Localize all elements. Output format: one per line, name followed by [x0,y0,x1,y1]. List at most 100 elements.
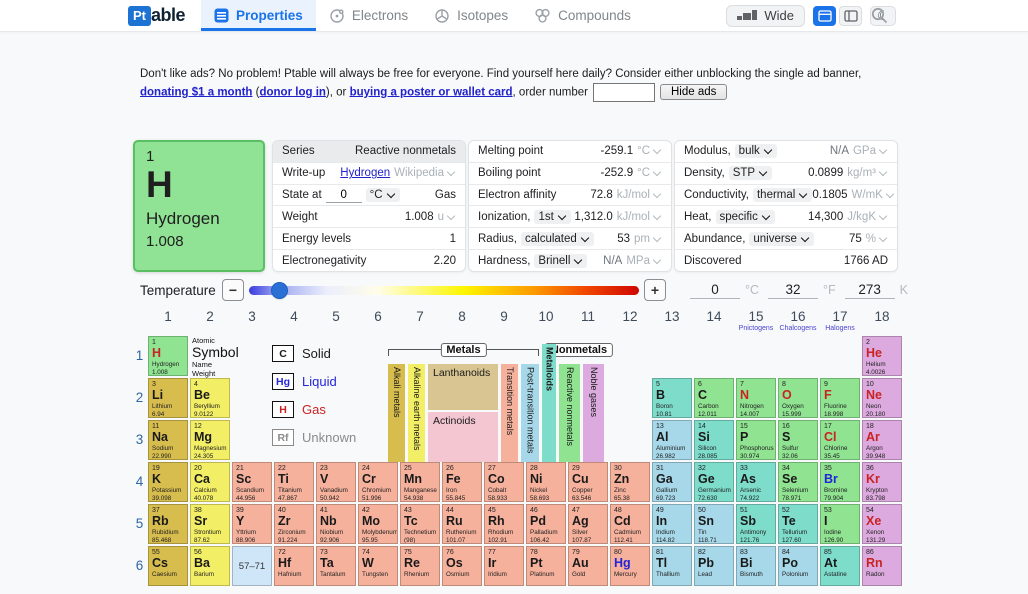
element-tile-sn[interactable]: 50SnTin118.71 [694,504,734,544]
layout-banner-button[interactable] [813,6,836,26]
tab-compounds[interactable]: Compounds [521,0,644,31]
unit-dropdown[interactable]: MPa [626,255,662,267]
element-tile-zr[interactable]: 40ZrZirconium91.224 [274,504,314,544]
writeup-source-dropdown[interactable]: Wikipedia [394,167,456,179]
unit-dropdown[interactable]: % [866,233,888,245]
element-tile-f[interactable]: 9FFluorine18.998 [820,378,860,418]
element-tile-nb[interactable]: 41NbNiobium92.906 [316,504,356,544]
property-option-dropdown[interactable]: 1st [534,210,570,224]
property-option-dropdown[interactable]: thermal [753,188,812,202]
element-tile-sb[interactable]: 51SbAntimony121.76 [736,504,776,544]
slider-thumb[interactable] [272,283,287,298]
property-option-dropdown[interactable]: Brinell [534,254,587,268]
property-option-dropdown[interactable]: °C [366,188,400,202]
element-tile-ir[interactable]: 77IrIridium [484,546,524,586]
element-tile-ni[interactable]: 28NiNickel58.693 [526,462,566,502]
element-tile-mn[interactable]: 25MnManganese54.938 [400,462,440,502]
donor-login-link[interactable]: donor log in [259,86,325,98]
element-tile-re[interactable]: 75ReRhenium [400,546,440,586]
element-tile-i[interactable]: 53IIodine126.90 [820,504,860,544]
element-tile-hg[interactable]: 80HgMercury [610,546,650,586]
element-tile-rn[interactable]: 86RnRadon [862,546,902,586]
element-tile-co[interactable]: 27CoCobalt58.933 [484,462,524,502]
temp-increase-button[interactable]: + [644,279,666,301]
element-tile-rh[interactable]: 45RhRhodium102.91 [484,504,524,544]
element-tile-bi[interactable]: 83BiBismuth [736,546,776,586]
series-metalloids[interactable]: Metalloids [542,344,556,462]
writeup-link[interactable]: Hydrogen [340,167,390,179]
unit-dropdown[interactable]: pm [634,233,662,245]
family-label-halogens[interactable]: Halogens [820,325,860,332]
tab-electrons[interactable]: Electrons [316,0,421,31]
element-tile-as[interactable]: 33AsArsenic74.922 [736,462,776,502]
element-tile-in[interactable]: 49InIndium114.82 [652,504,692,544]
element-tile-sc[interactable]: 21ScScandium44.956 [232,462,272,502]
series-alkali-metals[interactable]: Alkali metals [388,364,405,462]
element-tile-li[interactable]: 3LiLithium6.94 [148,378,188,418]
donate-link[interactable]: donating $1 a month [140,86,252,98]
element-tile-hf[interactable]: 72HfHafnium [274,546,314,586]
element-tile-he[interactable]: 2HeHelium4.0026 [862,336,902,376]
app-logo[interactable]: Ptable [128,0,185,31]
element-tile-ag[interactable]: 47AgSilver107.87 [568,504,608,544]
fahrenheit-input[interactable] [768,281,818,299]
element-tile-tc[interactable]: 43TcTechnetium(98) [400,504,440,544]
element-tile-tl[interactable]: 81TlThallium [652,546,692,586]
hide-ads-button[interactable]: Hide ads [660,84,727,100]
element-tile-fe[interactable]: 26FeIron55.845 [442,462,482,502]
element-tile-cs[interactable]: 55CsCaesium [148,546,188,586]
family-label-chalcogens[interactable]: Chalcogens [778,325,818,332]
element-tile-at[interactable]: 85AtAstatine [820,546,860,586]
element-tile-n[interactable]: 7NNitrogen14.007 [736,378,776,418]
series-noble-gases[interactable]: Noble gases [583,364,604,462]
element-tile-v[interactable]: 23VVanadium50.942 [316,462,356,502]
element-tile-pd[interactable]: 46PdPalladium106.42 [526,504,566,544]
tab-isotopes[interactable]: Isotopes [421,0,521,31]
unit-dropdown[interactable]: °C [637,167,662,179]
element-tile-h[interactable]: 1HHydrogen1.008 [148,336,188,376]
element-tile-xe[interactable]: 54XeXenon131.29 [862,504,902,544]
wide-toggle-button[interactable]: Wide [726,5,805,27]
property-option-dropdown[interactable]: calculated [521,232,594,246]
state-legend-unknown[interactable]: RfUnknown [272,429,356,446]
element-tile-ti[interactable]: 22TiTitanium47.867 [274,462,314,502]
series-post-transition-metals[interactable]: Post-transition metals [521,364,539,462]
element-tile-rb[interactable]: 37RbRubidium85.468 [148,504,188,544]
temp-decrease-button[interactable]: − [222,279,244,301]
element-tile-w[interactable]: 74WTungsten [358,546,398,586]
element-tile-br[interactable]: 35BrBromine79.904 [820,462,860,502]
element-tile-s[interactable]: 16SSulfur32.06 [778,420,818,460]
series-transition-metals[interactable]: Transition metals [501,364,518,462]
lanthanide-range-tile[interactable]: 57–71 [232,546,272,586]
series-actinoids[interactable]: Actinoids [428,412,498,462]
element-tile-p[interactable]: 15PPhosphorus30.974 [736,420,776,460]
element-tile-pb[interactable]: 82PbLead [694,546,734,586]
celsius-input[interactable] [690,281,740,299]
element-tile-se[interactable]: 34SeSelenium78.971 [778,462,818,502]
element-tile-o[interactable]: 8OOxygen15.999 [778,378,818,418]
series-lanthanoids[interactable]: Lanthanoids [428,364,498,410]
unit-dropdown[interactable]: kJ/mol [617,189,662,201]
element-tile-cd[interactable]: 48CdCadmium112.41 [610,504,650,544]
element-tile-cl[interactable]: 17ClChlorine35.45 [820,420,860,460]
element-tile-c[interactable]: 6CCarbon12.011 [694,378,734,418]
element-tile-y[interactable]: 39YYttrium88.906 [232,504,272,544]
element-tile-ca[interactable]: 20CaCalcium40.078 [190,462,230,502]
unit-dropdown[interactable]: W/mK [852,189,895,201]
element-tile-k[interactable]: 19KPotassium39.098 [148,462,188,502]
series-alkaline-earth-metals[interactable]: Alkaline earth metals [408,364,425,462]
element-tile-ba[interactable]: 56BaBarium [190,546,230,586]
state-temperature-input[interactable] [326,188,362,203]
kelvin-input[interactable] [845,281,895,299]
unit-dropdown[interactable]: GPa [853,145,888,157]
element-tile-ar[interactable]: 18ArArgon39.948 [862,420,902,460]
element-tile-si[interactable]: 14SiSilicon28.085 [694,420,734,460]
element-tile-ta[interactable]: 73TaTantalum [316,546,356,586]
unit-dropdown[interactable]: kJ/mol [617,211,662,223]
search-icon[interactable] [871,7,888,29]
element-tile-te[interactable]: 52TeTellurium127.60 [778,504,818,544]
layout-sidebar-button[interactable] [839,6,862,26]
poster-link[interactable]: buying a poster or wallet card [350,86,513,98]
element-tile-ru[interactable]: 44RuRuthenium101.07 [442,504,482,544]
element-tile-al[interactable]: 13AlAluminium26.982 [652,420,692,460]
